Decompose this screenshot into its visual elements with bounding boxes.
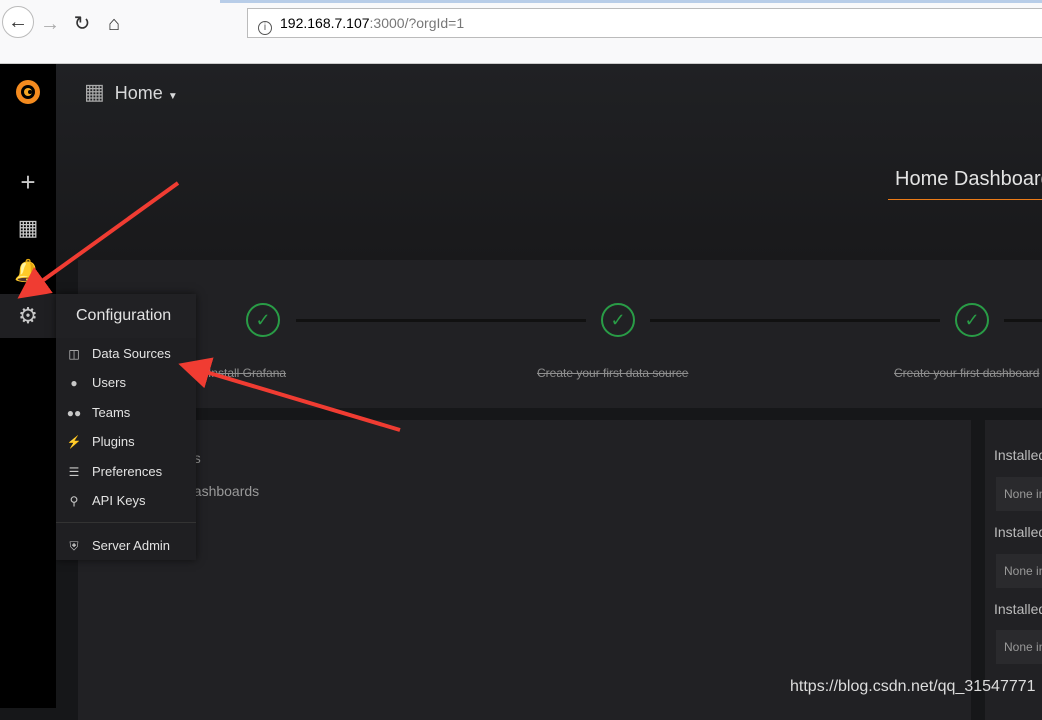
sliders-icon: ☰ [68,465,80,479]
back-button[interactable]: ← [2,6,34,38]
caret-down-icon: ▼ [167,91,178,102]
info-icon: i [258,21,272,35]
database-icon: ◫ [68,347,80,361]
dashboards-grid-icon[interactable]: ▦ [0,206,56,250]
getting-started-panel [78,260,1042,408]
installed-heading: Installed [994,447,1042,463]
menu-item-label: Users [92,375,126,390]
dashboard-grid-icon: ▦ [84,79,105,104]
menu-item-label: API Keys [92,493,146,508]
step-check-icon: ✓ [955,303,989,337]
menu-item-label: Preferences [92,464,163,479]
address-bar[interactable]: i 192.168.7.107:3000/?orgId=1 [247,8,1042,38]
reload-button[interactable]: ↻ [68,10,96,38]
browser-toolbar: ← → ↻ ⌂ i 192.168.7.107:3000/?orgId=1 [0,0,1042,64]
dashboard-list-panel: ds dashboards [78,420,971,720]
installed-heading: Installed [994,524,1042,540]
dashboard-picker[interactable]: ▦ Home ▼ [84,80,178,109]
users-icon: ●● [66,406,82,420]
dashboard-header [56,64,1042,260]
menu-item-plugins[interactable]: ⚡ Plugins [56,429,196,455]
menu-item-data-sources[interactable]: ◫ Data Sources [56,341,196,367]
watermark: https://blog.csdn.net/qq_31547771 [790,678,1036,695]
menu-divider [56,522,196,523]
create-plus-icon[interactable]: + [0,160,56,204]
forward-button[interactable]: → [36,10,64,38]
key-icon: ⚲ [69,494,79,508]
grafana-logo-icon[interactable] [0,70,56,114]
sidebar: + ▦ 🔔 ⚙ [0,64,56,708]
step-check-icon: ✓ [246,303,280,337]
menu-item-preferences[interactable]: ☰ Preferences [56,459,196,485]
step-label[interactable]: Create your first data source [537,366,688,380]
recent-dashboards-heading: dashboards [186,483,260,499]
installed-heading: Installed [994,601,1042,617]
configuration-menu: Configuration ◫ Data Sources ● Users ●● Tea… [56,294,196,560]
shield-icon: ⛨ [69,539,79,553]
menu-item-api-keys[interactable]: ⚲ API Keys [56,488,196,514]
url-path: :3000/?orgId=1 [369,15,465,31]
menu-item-teams[interactable]: ●● Teams [56,400,196,426]
menu-item-label: Data Sources [92,346,171,361]
alerting-bell-icon[interactable]: 🔔 [0,249,56,293]
url-host: 192.168.7.107 [280,15,370,31]
step-label[interactable]: Create your first dashboard [894,366,1039,380]
menu-item-server-admin[interactable]: ⛨ Server Admin [56,533,196,559]
user-icon: ● [70,376,78,390]
installed-value: None installed [996,630,1042,664]
installed-value: None installed [996,554,1042,588]
menu-item-users[interactable]: ● Users [56,370,196,396]
dashboard-title: Home [114,83,163,103]
tab-strip [220,0,1042,3]
step-label[interactable]: Install Grafana [208,366,286,380]
menu-item-label: Server Admin [92,538,171,553]
menu-item-label: Plugins [92,434,135,449]
menu-title[interactable]: Configuration [56,294,196,338]
step-check-icon: ✓ [601,303,635,337]
home-dashboard-title: Home Dashboard [888,168,1042,200]
home-button[interactable]: ⌂ [100,10,128,38]
configuration-gear-icon[interactable]: ⚙ [0,294,56,338]
plug-icon: ⚡ [66,435,82,449]
installed-value: None installed [996,477,1042,511]
menu-item-label: Teams [92,405,131,420]
